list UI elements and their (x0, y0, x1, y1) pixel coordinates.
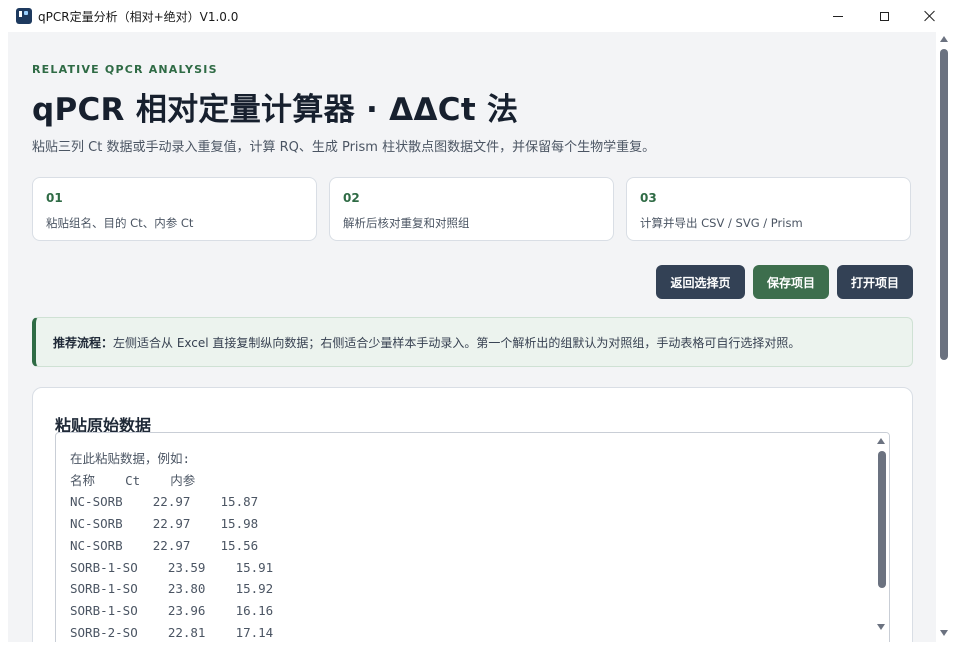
scroll-down-icon[interactable] (940, 630, 948, 636)
app-icon (16, 8, 32, 24)
step-number: 02 (343, 191, 360, 205)
tip-text: 推荐流程：左侧适合从 Excel 直接复制纵向数据；右侧适合少量样本手动录入。第… (53, 334, 800, 351)
placeholder-line: 在此粘贴数据，例如: (70, 451, 191, 466)
placeholder-line: SORB-1-SO 23.96 16.16 (70, 602, 274, 618)
maximize-icon (879, 11, 889, 21)
window-title: qPCR定量分析（相对+绝对）V1.0.0 (38, 10, 239, 24)
open-project-button[interactable]: 打开项目 (837, 265, 913, 299)
placeholder-line: SORB-1-SO 23.59 15.91 (70, 559, 274, 575)
step-description: 计算并导出 CSV / SVG / Prism (640, 216, 803, 230)
scroll-thumb[interactable] (940, 49, 948, 360)
paste-data-textarea[interactable]: 在此粘贴数据，例如: 名称 Ct 内参 NC-SORB 22.97 15.87 … (55, 432, 890, 642)
app-window: qPCR定量分析（相对+绝对）V1.0.0 RELATIVE QPCR ANAL… (0, 0, 960, 650)
textarea-scrollbar[interactable] (874, 433, 889, 642)
step-description: 粘贴组名、目的 Ct、内参 Ct (46, 216, 194, 230)
page-subtitle: 粘贴三列 Ct 数据或手动录入重复值，计算 RQ、生成 Prism 柱状散点图数… (32, 140, 656, 155)
page-title: qPCR 相对定量计算器 · ΔΔCt 法 (32, 92, 519, 128)
close-button[interactable] (907, 0, 953, 32)
step-card-1: 01 粘贴组名、目的 Ct、内参 Ct (32, 177, 317, 241)
step-card-3: 03 计算并导出 CSV / SVG / Prism (626, 177, 911, 241)
minimize-icon (833, 15, 843, 17)
workflow-tip: 推荐流程：左侧适合从 Excel 直接复制纵向数据；右侧适合少量样本手动录入。第… (32, 317, 913, 367)
placeholder-line: SORB-1-SO 23.80 15.92 (70, 581, 274, 597)
main-content: RELATIVE QPCR ANALYSIS qPCR 相对定量计算器 · ΔΔ… (8, 32, 936, 642)
textarea-placeholder: 在此粘贴数据，例如: 名称 Ct 内参 NC-SORB 22.97 15.87 … (70, 448, 273, 642)
tip-body: 左侧适合从 Excel 直接复制纵向数据；右侧适合少量样本手动录入。第一个解析出… (113, 336, 801, 350)
eyebrow-label: RELATIVE QPCR ANALYSIS (32, 63, 218, 76)
placeholder-line: NC-SORB 22.97 15.87 (70, 494, 259, 510)
scroll-up-icon[interactable] (877, 438, 885, 444)
step-number: 03 (640, 191, 657, 205)
scroll-down-icon[interactable] (877, 624, 885, 630)
scroll-thumb[interactable] (878, 451, 886, 588)
placeholder-line: NC-SORB 22.97 15.98 (70, 516, 259, 532)
step-description: 解析后核对重复和对照组 (343, 216, 470, 230)
maximize-button[interactable] (861, 0, 907, 32)
tip-label: 推荐流程： (53, 336, 114, 350)
save-project-button[interactable]: 保存项目 (753, 265, 829, 299)
step-card-2: 02 解析后核对重复和对照组 (329, 177, 614, 241)
minimize-button[interactable] (815, 0, 861, 32)
paste-data-panel: 粘贴原始数据 在此粘贴数据，例如: 名称 Ct 内参 NC-SORB 22.97… (32, 387, 913, 642)
back-to-selection-button[interactable]: 返回选择页 (656, 265, 745, 299)
page-scrollbar[interactable] (936, 32, 952, 642)
placeholder-line: 名称 Ct 内参 (70, 472, 196, 488)
close-icon (924, 10, 936, 22)
title-bar[interactable]: qPCR定量分析（相对+绝对）V1.0.0 (0, 0, 960, 32)
step-number: 01 (46, 191, 63, 205)
placeholder-line: NC-SORB 22.97 15.56 (70, 537, 259, 553)
placeholder-line: SORB-2-SO 22.81 17.14 (70, 624, 274, 640)
scroll-up-icon[interactable] (940, 36, 948, 42)
